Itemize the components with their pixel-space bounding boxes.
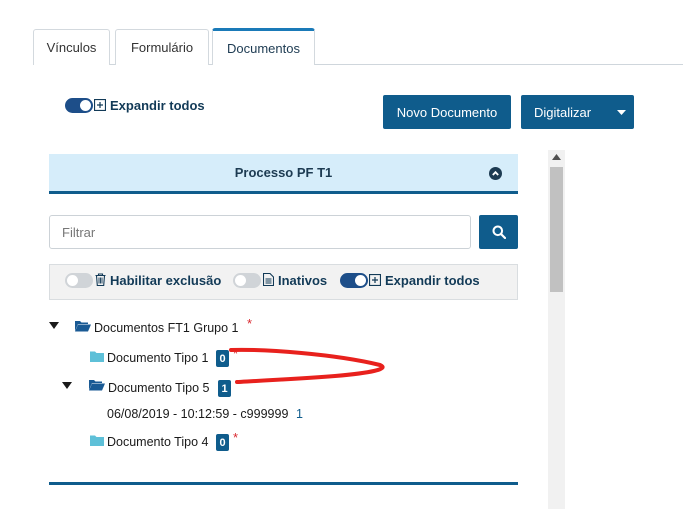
- folder-icon: [90, 351, 104, 362]
- document-type-label[interactable]: Documento Tipo 1: [107, 351, 208, 365]
- caret-down-icon[interactable]: [49, 322, 59, 329]
- tab-formulario[interactable]: Formulário: [115, 29, 209, 65]
- scrollbar[interactable]: [548, 150, 565, 509]
- inactive-toggle[interactable]: [233, 273, 261, 288]
- file-entry-label[interactable]: 06/08/2019 - 10:12:59 - c999999: [107, 407, 288, 421]
- digitalizar-button[interactable]: Digitalizar: [521, 95, 634, 129]
- panel-bottom-border: [49, 482, 518, 485]
- tree-expand-all-label: Expandir todos: [385, 273, 480, 288]
- panel-title: Processo PF T1: [234, 165, 333, 180]
- required-mark: *: [247, 316, 253, 331]
- search-button[interactable]: [479, 215, 518, 249]
- trash-icon: [95, 273, 106, 286]
- search-icon: [492, 225, 506, 239]
- folder-icon: [90, 435, 104, 446]
- chevron-up-circle-icon[interactable]: [489, 167, 502, 180]
- plus-square-icon: [94, 99, 106, 111]
- plus-square-icon: [369, 274, 381, 286]
- red-annotation-stroke: [229, 347, 385, 384]
- count-badge: 0: [216, 434, 229, 451]
- document-type-label[interactable]: Documento Tipo 4: [107, 435, 208, 449]
- required-mark: *: [233, 430, 239, 445]
- tab-vinculos[interactable]: Vínculos: [33, 29, 110, 65]
- new-document-button[interactable]: Novo Documento: [383, 95, 511, 129]
- file-count-link[interactable]: 1: [296, 407, 303, 421]
- caret-down-icon[interactable]: [62, 382, 72, 389]
- group-label[interactable]: Documentos FT1 Grupo 1: [94, 321, 239, 335]
- filter-input[interactable]: [49, 215, 471, 249]
- enable-delete-toggle[interactable]: [65, 273, 93, 288]
- scroll-up-arrow-icon[interactable]: [552, 154, 561, 160]
- document-type-label[interactable]: Documento Tipo 5: [108, 381, 209, 395]
- scroll-thumb[interactable]: [550, 167, 563, 292]
- tree-expand-all-toggle[interactable]: [340, 273, 368, 288]
- document-icon: [263, 273, 274, 286]
- caret-down-icon[interactable]: [617, 110, 626, 115]
- tab-bar: Vínculos Formulário Documentos: [33, 28, 683, 65]
- inactive-label: Inativos: [278, 273, 328, 288]
- panel-header[interactable]: Processo PF T1: [49, 154, 518, 194]
- folder-open-icon: [75, 321, 91, 332]
- expand-all-label: Expandir todos: [110, 98, 205, 113]
- expand-all-toggle[interactable]: [65, 98, 93, 113]
- tab-documentos[interactable]: Documentos: [212, 28, 315, 65]
- folder-open-icon: [89, 380, 105, 391]
- enable-delete-label: Habilitar exclusão: [110, 273, 222, 288]
